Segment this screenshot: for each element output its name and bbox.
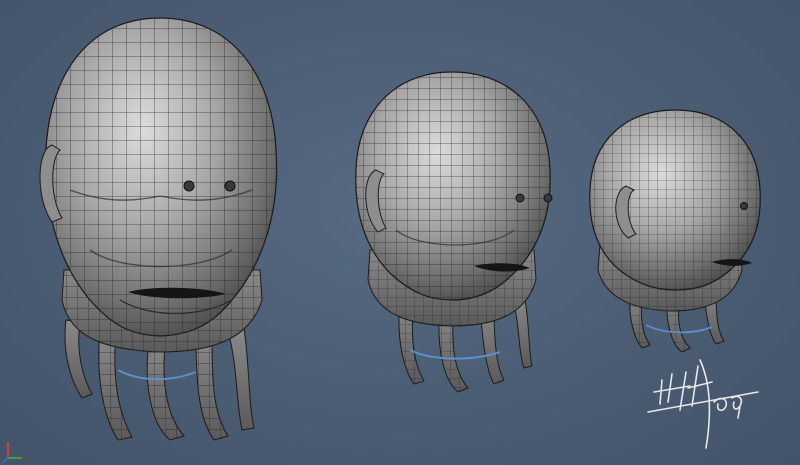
- viewport-axis-gizmo-icon: [2, 442, 22, 463]
- head-large-model[interactable]: [39, 17, 278, 441]
- artist-signature-mark: [647, 359, 759, 449]
- head-medium-model[interactable]: [355, 71, 553, 393]
- head-small-model[interactable]: [589, 109, 761, 353]
- 3d-viewport[interactable]: [0, 0, 800, 465]
